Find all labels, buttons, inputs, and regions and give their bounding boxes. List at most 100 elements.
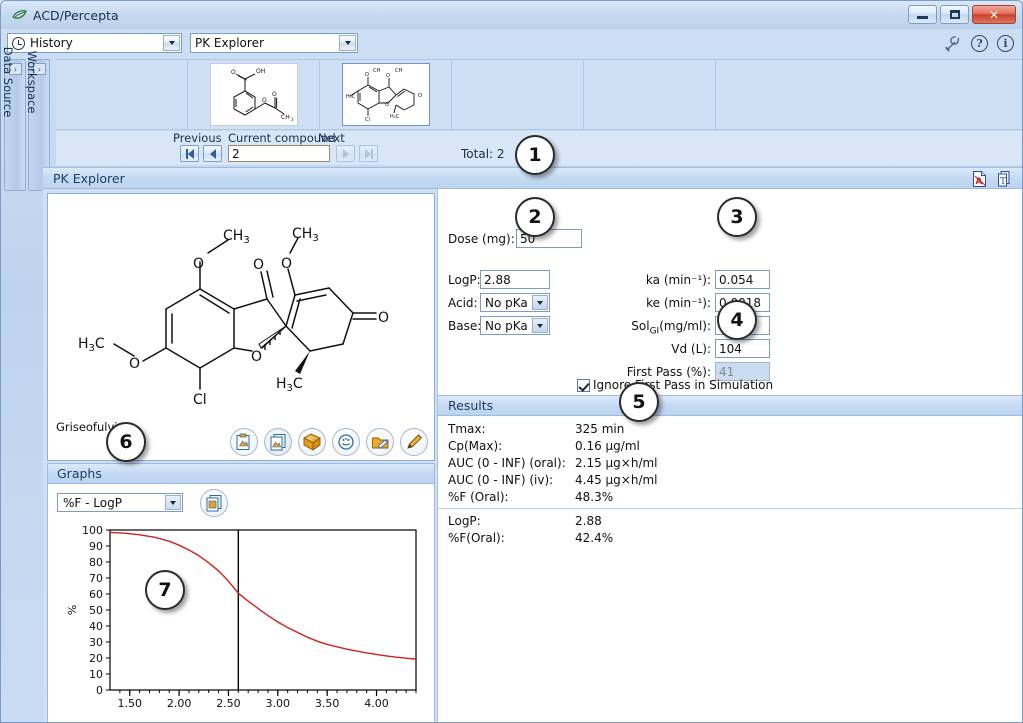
svg-text:O: O (193, 256, 204, 272)
svg-text:O: O (386, 73, 390, 79)
structure-view[interactable]: O CH3 O H3C Cl O O CH3 O O H3C Griseoful… (47, 193, 435, 461)
edit-structure-button[interactable] (400, 428, 428, 456)
results-secondary-table: LogP: 2.88 %F(Oral): 42.4% (438, 512, 1022, 546)
base-label: Base: (448, 319, 482, 333)
svg-text:O: O (281, 256, 292, 272)
vd-input[interactable] (715, 339, 770, 358)
svg-text:O: O (231, 69, 236, 76)
next-compound-button[interactable] (336, 145, 355, 162)
properties-button[interactable] (332, 428, 360, 456)
thumbnail-cell[interactable] (584, 60, 716, 129)
svg-text:O: O (262, 97, 267, 104)
base-pka-value: No pKa (485, 318, 528, 333)
ignore-first-pass-checkbox-row[interactable]: Ignore First Pass in Simulation (577, 378, 773, 392)
svg-text:O: O (378, 310, 389, 326)
svg-text:%: % (66, 605, 79, 615)
paste-structure-button[interactable] (230, 428, 258, 456)
structure-action-buttons (48, 428, 428, 456)
current-compound-input[interactable] (228, 145, 330, 162)
export-pdf-icon[interactable]: A (971, 170, 989, 191)
svg-text:CH3: CH3 (223, 228, 250, 246)
svg-text:CH3: CH3 (292, 226, 319, 244)
module-combo[interactable]: PK Explorer (190, 33, 358, 53)
result-key: AUC (0 - INF) (iv): (448, 472, 554, 487)
chevron-down-icon[interactable] (165, 495, 181, 510)
result-value: 2.15 µg×h/ml (575, 455, 658, 470)
ignore-first-pass-label: Ignore First Pass in Simulation (593, 378, 774, 392)
svg-text:H3C: H3C (276, 376, 303, 394)
svg-text:Cl: Cl (365, 117, 370, 123)
module-combo-value: PK Explorer (195, 36, 264, 50)
right-column: Dose (mg): LogP: Acid: No pKa Base: (437, 189, 1022, 722)
thumbnail-cell[interactable]: O CH O CH O H3C O H3C Cl (320, 60, 452, 129)
chevron-down-icon[interactable] (532, 295, 548, 310)
main-body: › Data Source › Workspace O OH O O CH 3 … (1, 47, 1022, 722)
reference-book-button[interactable] (298, 428, 326, 456)
previous-label: Previous (173, 131, 222, 145)
graph-type-combo[interactable]: %F - LogP (57, 493, 183, 512)
thumbnail-cell[interactable] (452, 60, 584, 129)
history-combo-value: History (30, 36, 73, 50)
svg-text:O: O (385, 102, 389, 108)
svg-text:O: O (129, 356, 140, 372)
thumbnail-aspirin[interactable]: O OH O O CH 3 (209, 63, 298, 126)
first-compound-button[interactable] (180, 145, 199, 162)
acid-pka-combo[interactable]: No pKa (480, 293, 550, 312)
dose-label: Dose (mg): (448, 232, 515, 246)
svg-text:CH: CH (373, 68, 380, 74)
last-compound-button[interactable] (359, 145, 378, 162)
ke-label: ke (min⁻¹): (646, 296, 711, 310)
chevron-down-icon[interactable] (532, 318, 548, 333)
results-primary-table: Tmax: 325 min Cp(Max): 0.16 µg/ml AUC (0… (438, 416, 1022, 505)
sidebar-item-data-source[interactable]: › Data Source (1, 47, 26, 191)
maximize-button[interactable] (940, 5, 969, 24)
pk-split-layout: O CH3 O H3C Cl O O CH3 O O H3C Griseoful… (43, 189, 1022, 722)
result-value: 42.4% (575, 530, 614, 545)
svg-text:3: 3 (291, 117, 294, 122)
panel-title: PK Explorer (53, 170, 125, 186)
logp-input[interactable] (480, 270, 550, 289)
close-button[interactable]: ✕ (972, 5, 1016, 24)
acid-pka-value: No pKa (485, 295, 528, 310)
svg-text:70: 70 (89, 572, 103, 585)
copy-graph-button[interactable] (200, 489, 228, 517)
ka-label: ka (min⁻¹): (645, 273, 711, 287)
result-row: %F(Oral): 42.4% (448, 529, 1022, 546)
ignore-first-pass-checkbox[interactable] (577, 378, 590, 392)
svg-text:80: 80 (89, 556, 103, 569)
result-row: %F (Oral): 48.3% (448, 488, 1022, 505)
pk-explorer-panel: PK Explorer A T O CH3 O H3C Cl O O CH3 O… (43, 167, 1022, 722)
export-text-icon[interactable]: T (996, 170, 1014, 191)
chevron-down-icon[interactable] (339, 35, 356, 51)
callout-7: 7 (145, 570, 185, 610)
chart-area[interactable]: 0 10 20 30 40 50 60 70 80 90 100 1.50 2.00 2.50 3.00 3.… (48, 524, 434, 722)
svg-text:3.00: 3.00 (266, 697, 291, 710)
open-folder-button[interactable] (366, 428, 394, 456)
result-key: Tmax: (448, 421, 486, 436)
copy-structure-button[interactable] (264, 428, 292, 456)
svg-text:3.50: 3.50 (315, 697, 340, 710)
svg-text:CH: CH (281, 114, 290, 121)
result-value: 4.45 µg×h/ml (575, 472, 658, 487)
vd-label: Vd (L): (671, 342, 711, 356)
help-icon[interactable]: ? (971, 34, 988, 52)
compound-thumbnail-strip[interactable]: O OH O O CH 3 O CH O CH O H3C O H3C Cl (56, 59, 1022, 130)
chevron-down-icon[interactable] (163, 35, 180, 51)
graphs-panel: Graphs %F - LogP 0 10 20 30 40 50 60 70 … (47, 463, 435, 722)
info-icon[interactable]: i (997, 34, 1014, 52)
wrench-icon[interactable] (942, 33, 962, 53)
ka-input[interactable] (715, 270, 770, 289)
thumbnail-cell[interactable]: O OH O O CH 3 (188, 60, 320, 129)
window-controls: ✕ (908, 5, 1016, 24)
result-row: LogP: 2.88 (448, 512, 1022, 529)
thumbnail-griseofulvin[interactable]: O CH O CH O H3C O H3C Cl (341, 63, 430, 126)
acid-label: Acid: (448, 296, 478, 310)
base-pka-combo[interactable]: No pKa (480, 316, 550, 335)
minimize-button[interactable] (908, 5, 937, 24)
callout-3: 3 (717, 197, 757, 237)
leaf-icon (11, 8, 27, 22)
svg-text:90: 90 (89, 540, 103, 553)
graphs-title: Graphs (57, 466, 102, 481)
thumbnail-cell[interactable] (56, 60, 188, 129)
previous-compound-button[interactable] (203, 145, 222, 162)
